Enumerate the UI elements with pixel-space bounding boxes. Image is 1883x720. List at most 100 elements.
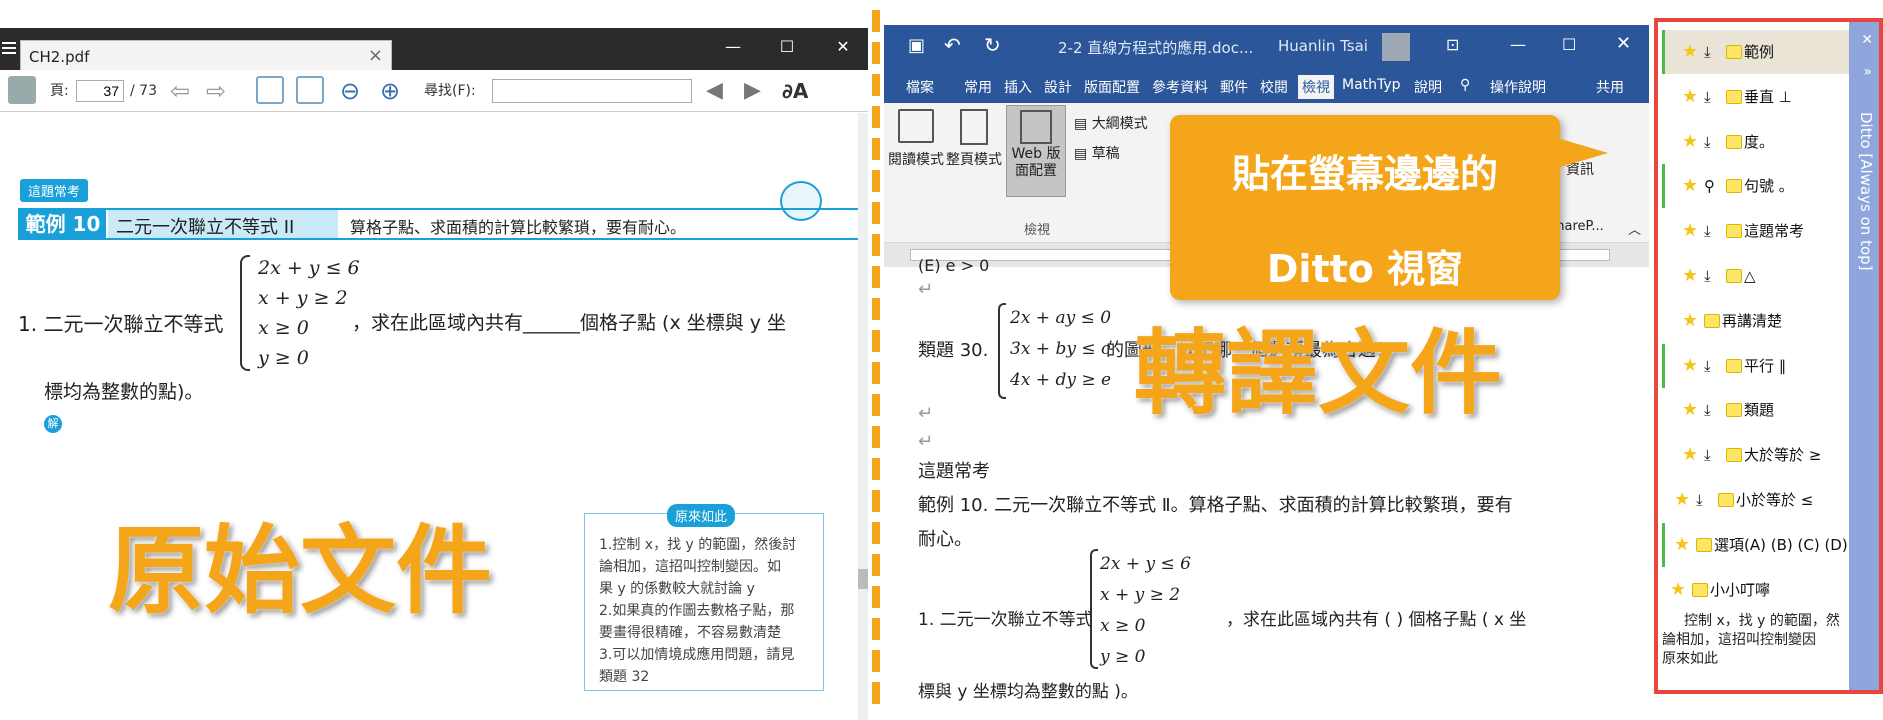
doc-line: 1. 二元一次聯立不等式 bbox=[918, 610, 1093, 630]
share-button[interactable]: 共用 bbox=[1596, 77, 1624, 97]
ditto-clip-item[interactable]: ★ ⤓ 平行 ∥ bbox=[1662, 343, 1849, 388]
tab-references[interactable]: 參考資料 bbox=[1152, 77, 1208, 97]
find-label: 尋找(F): bbox=[424, 83, 476, 99]
pdf-scrollbar[interactable] bbox=[858, 113, 868, 720]
tab-view[interactable]: 檢視 bbox=[1298, 75, 1334, 99]
ditto-close-icon[interactable]: ✕ bbox=[1861, 32, 1873, 48]
tab-tell-me[interactable]: 操作說明 bbox=[1490, 77, 1546, 97]
brace-icon bbox=[998, 303, 1006, 399]
ditto-clip-label: 垂直 ⊥ bbox=[1744, 87, 1792, 106]
tab-pdf-document[interactable]: CH2.pdf × bbox=[20, 40, 392, 70]
close-window-icon[interactable]: ✕ bbox=[828, 34, 858, 60]
note-line: 要畫得很精確，不容易數清楚 bbox=[599, 625, 781, 641]
ditto-clip-label: 平行 ∥ bbox=[1744, 356, 1787, 375]
collapse-ribbon-icon[interactable]: ︿ bbox=[1628, 219, 1641, 238]
save-icon[interactable]: ▣ bbox=[908, 35, 925, 56]
tab-layout[interactable]: 版面配置 bbox=[1084, 77, 1140, 97]
zoom-out-icon[interactable]: ⊖ bbox=[340, 76, 360, 106]
ditto-clip-item[interactable]: ★ 小小叮嚀 bbox=[1662, 568, 1849, 612]
inequality-line: x ≥ 0 bbox=[1100, 616, 1146, 636]
prev-page-icon[interactable]: ⇦ bbox=[170, 76, 190, 106]
ditto-clip-item[interactable]: ★ ⤓ △ bbox=[1662, 254, 1849, 298]
problem-line-2: 標均為整數的點)。 bbox=[44, 381, 204, 403]
redo-icon[interactable]: ↻ bbox=[984, 33, 1001, 57]
inequality-line: 2x + y ≤ 6 bbox=[258, 257, 360, 279]
minimize-icon[interactable]: — bbox=[1510, 35, 1526, 54]
page-total: / 73 bbox=[130, 83, 157, 99]
tab-mathtype[interactable]: MathTyp bbox=[1342, 77, 1401, 93]
ditto-clip-label: △ bbox=[1744, 267, 1756, 285]
download-icon: ⤓ bbox=[1704, 356, 1711, 375]
example-header: 範例 10 二元一次聯立不等式 II 算格子點、求面積的計算比較繁瑣，要有耐心。 bbox=[18, 208, 860, 240]
maximize-icon[interactable]: ☐ bbox=[1562, 35, 1576, 54]
document-body[interactable]: (E) e > 0 ↵ 類題 30. 2x + ay ≤ 0 3x + by ≤… bbox=[884, 256, 1649, 720]
outline-label: 大綱模式 bbox=[1091, 116, 1148, 132]
avatar[interactable] bbox=[1382, 33, 1410, 61]
ditto-window: ✕ » Ditto [Always on top] ★ ⤓ 範例 ★ ⤓ 垂直 ⊥ ★ ⤓ 度。… bbox=[1654, 18, 1883, 694]
draft-button[interactable]: ▤ 草稿 bbox=[1074, 143, 1120, 163]
web-layout-button[interactable]: Web 版面配置 bbox=[1006, 105, 1066, 197]
ribbon-display-icon[interactable]: ⊡ bbox=[1446, 35, 1459, 54]
star-icon: ★ bbox=[1682, 354, 1699, 376]
brace-icon bbox=[1090, 549, 1098, 669]
inequality-line: 4x + dy ≥ e bbox=[1010, 370, 1112, 390]
ditto-clip-item[interactable]: ★ ⚲ 句號 。 bbox=[1662, 164, 1849, 209]
ditto-clip-item[interactable]: ★ ⤓ 這題常考 bbox=[1662, 209, 1849, 253]
text-size-icon[interactable]: ∂A bbox=[782, 76, 808, 106]
inequality-line: 3x + by ≤ c bbox=[1010, 339, 1111, 359]
tab-help[interactable]: 說明 bbox=[1414, 77, 1442, 97]
active-bar bbox=[1662, 30, 1665, 74]
minimize-icon[interactable]: — bbox=[718, 34, 748, 60]
print-layout-button[interactable]: 整頁模式 bbox=[946, 109, 1002, 169]
tab-design[interactable]: 設計 bbox=[1044, 77, 1072, 97]
ditto-clip-item[interactable]: ★ ⤓ 大於等於 ≥ bbox=[1662, 433, 1849, 477]
doc-line: 這題常考 bbox=[918, 461, 990, 482]
ditto-clip-item[interactable]: ★ ⤓ 類題 bbox=[1662, 388, 1849, 432]
search-icon[interactable]: ⚲ bbox=[1460, 77, 1470, 93]
read-mode-button[interactable]: 閱讀模式 bbox=[888, 109, 944, 169]
find-prev-icon[interactable]: ◀ bbox=[706, 76, 723, 106]
pdf-page: 這題常考 範例 10 二元一次聯立不等式 II 算格子點、求面積的計算比較繁瑣，… bbox=[0, 113, 860, 720]
tab-insert[interactable]: 插入 bbox=[1004, 77, 1032, 97]
close-tab-icon[interactable]: × bbox=[368, 45, 383, 66]
star-icon: ★ bbox=[1670, 578, 1687, 600]
inequality-line: y ≥ 0 bbox=[258, 347, 309, 369]
next-page-icon[interactable]: ⇨ bbox=[206, 76, 226, 106]
zoom-in-icon[interactable]: ⊕ bbox=[380, 76, 400, 106]
ditto-collapse-icon[interactable]: » bbox=[1863, 64, 1872, 80]
star-icon: ★ bbox=[1682, 130, 1699, 152]
close-window-icon[interactable]: ✕ bbox=[1616, 33, 1631, 54]
tab-review[interactable]: 校閱 bbox=[1260, 77, 1288, 97]
undo-icon[interactable]: ↶ bbox=[944, 33, 961, 57]
find-next-icon[interactable]: ▶ bbox=[744, 76, 761, 106]
pin-icon: ⚲ bbox=[1704, 177, 1715, 196]
tab-home[interactable]: 常用 bbox=[964, 77, 992, 97]
note-line: 類題 32 bbox=[599, 669, 650, 685]
callout-pointer bbox=[1554, 137, 1608, 169]
ditto-clip-item[interactable]: ★ ⤓ 垂直 ⊥ bbox=[1662, 75, 1849, 119]
menu-icon[interactable] bbox=[2, 42, 16, 54]
outline-button[interactable]: ▤ 大綱模式 bbox=[1074, 113, 1148, 133]
fit-width-icon[interactable] bbox=[256, 76, 284, 104]
tab-mailings[interactable]: 郵件 bbox=[1220, 77, 1248, 97]
maximize-icon[interactable]: ☐ bbox=[772, 34, 802, 60]
fit-page-icon[interactable] bbox=[296, 76, 324, 104]
ditto-clip-item[interactable]: ★ ⤓ 範例 bbox=[1662, 30, 1849, 74]
ditto-title: Ditto [Always on top] bbox=[1857, 112, 1875, 271]
text-clip-icon bbox=[1726, 403, 1742, 418]
ditto-clip-item[interactable]: ★ 再講清楚 bbox=[1662, 299, 1849, 343]
ditto-clip-item[interactable]: ★ ⤓ 小於等於 ≤ bbox=[1662, 478, 1849, 522]
brace-icon bbox=[240, 255, 250, 371]
find-input[interactable] bbox=[492, 79, 692, 103]
download-icon: ⤓ bbox=[1704, 401, 1711, 420]
ditto-clip-item[interactable]: ★ ⤓ 度。 bbox=[1662, 120, 1849, 164]
printer-icon[interactable] bbox=[8, 76, 36, 104]
tab-file[interactable]: 檔案 bbox=[906, 77, 934, 97]
inequality-system: 2x + y ≤ 6 x + y ≥ 2 x ≥ 0 y ≥ 0 bbox=[258, 253, 360, 373]
doc-line: 類題 30. bbox=[918, 340, 989, 361]
callout-line-2: Ditto 視窗 bbox=[1266, 247, 1464, 291]
text-clip-icon bbox=[1704, 313, 1720, 328]
ditto-clip-item[interactable]: ★ 選項(A) (B) (C) (D) bbox=[1662, 522, 1849, 567]
page-number-input[interactable] bbox=[76, 80, 124, 102]
read-mode-icon bbox=[898, 109, 934, 143]
